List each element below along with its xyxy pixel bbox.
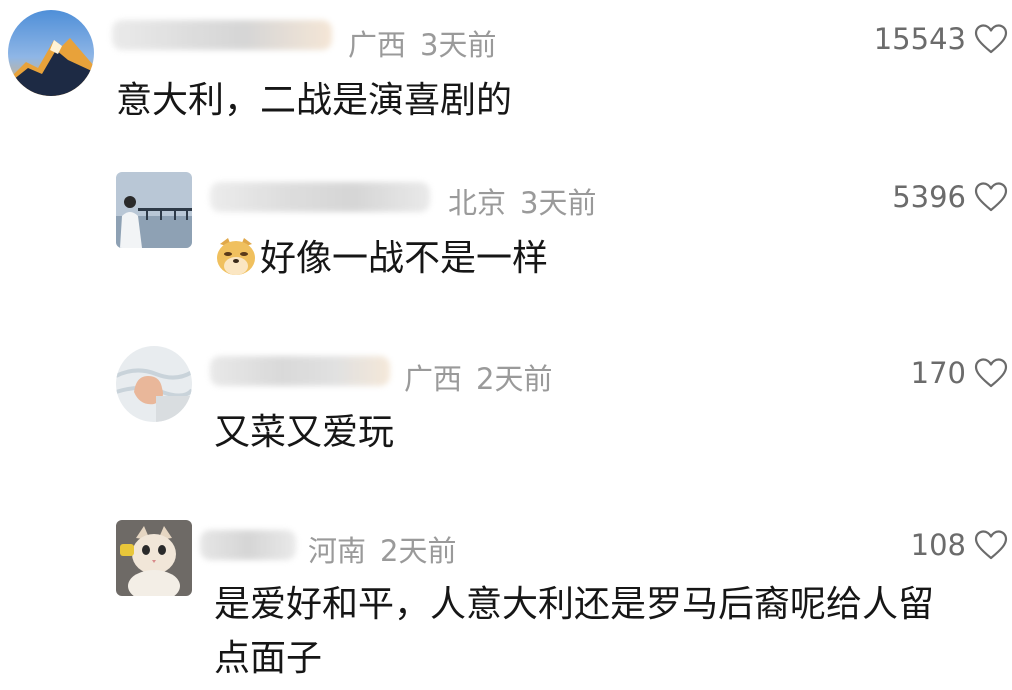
reply-item: 北京 3天前 好像一战不是一样 5396 (0, 160, 1012, 310)
person-by-pier-avatar (116, 172, 192, 248)
comment-meta: 河南 2天前 (308, 528, 456, 570)
username-blurred[interactable] (210, 356, 390, 386)
user-avatar[interactable] (116, 520, 192, 596)
user-avatar[interactable] (116, 346, 192, 422)
comment-text: 是爱好和平，人意大利还是罗马后裔呢给人留 点面子 (214, 578, 1004, 686)
comment-item: 广西 3天前 意大利，二战是演喜剧的 15543 (0, 0, 1012, 150)
username-blurred[interactable] (200, 530, 296, 560)
like-count: 170 (910, 356, 966, 390)
comment-text-line: 点面子 (214, 638, 323, 679)
comment-text-line: 是爱好和平，人意大利还是罗马后裔呢给人留 (214, 584, 935, 625)
like-button[interactable]: 15543 (874, 22, 1008, 56)
time-label: 2天前 (476, 362, 553, 396)
time-label: 2天前 (380, 534, 457, 568)
location-label: 广西 (348, 28, 407, 62)
like-button[interactable]: 170 (911, 356, 1008, 390)
cat-avatar (116, 520, 192, 596)
reply-item: 河南 2天前 是爱好和平，人意大利还是罗马后裔呢给人留 点面子 108 (0, 512, 1012, 690)
username-blurred[interactable] (210, 182, 430, 212)
like-count: 15543 (873, 22, 966, 56)
doge-emoji-icon (217, 238, 255, 275)
user-avatar[interactable] (8, 10, 94, 96)
mountain-sunset-avatar (8, 10, 94, 96)
comment-meta: 广西 3天前 (348, 22, 496, 64)
time-label: 3天前 (520, 186, 597, 220)
hand-avatar (116, 346, 192, 422)
location-label: 北京 (448, 186, 507, 220)
user-avatar[interactable] (116, 172, 192, 248)
like-button[interactable]: 108 (911, 528, 1008, 562)
like-button[interactable]: 5396 (892, 180, 1008, 214)
location-label: 河南 (308, 534, 367, 568)
like-count: 5396 (892, 180, 966, 214)
heart-icon (974, 530, 1008, 560)
comment-text-body: 好像一战不是一样 (260, 238, 549, 279)
heart-icon (974, 182, 1008, 212)
comment-text: 好像一战不是一样 (214, 232, 548, 286)
time-label: 3天前 (420, 28, 497, 62)
heart-icon (974, 24, 1008, 54)
username-blurred[interactable] (112, 20, 332, 50)
heart-icon (974, 358, 1008, 388)
comment-text: 又菜又爱玩 (214, 412, 395, 453)
location-label: 广西 (404, 362, 463, 396)
comment-meta: 北京 3天前 (448, 180, 596, 222)
comment-text: 意大利，二战是演喜剧的 (116, 80, 513, 121)
reply-item: 广西 2天前 又菜又爱玩 170 (0, 340, 1012, 490)
like-count: 108 (910, 528, 966, 562)
comment-meta: 广西 2天前 (404, 356, 552, 398)
